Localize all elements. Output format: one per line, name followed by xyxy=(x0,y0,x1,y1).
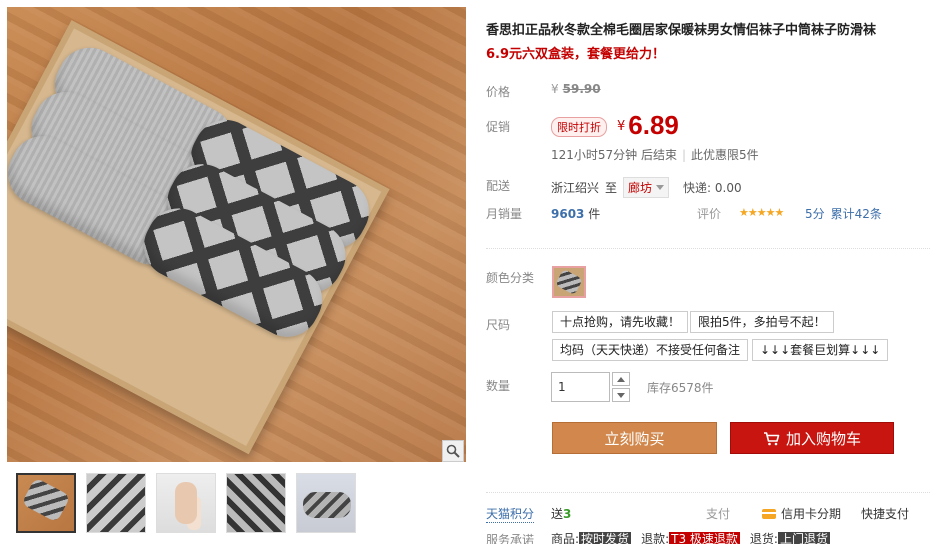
promo-label: 促销 xyxy=(486,120,511,134)
sales-unit: 件 xyxy=(588,207,601,221)
chevron-down-icon xyxy=(617,392,625,398)
thumbnail-2[interactable] xyxy=(86,473,146,533)
currency-symbol: ¥ xyxy=(617,119,626,134)
points-prefix: 送 xyxy=(551,507,564,521)
ship-to: 至 xyxy=(605,181,618,195)
color-swatch-selected[interactable] xyxy=(552,266,586,298)
points-number: 3 xyxy=(563,507,572,521)
rating-stars: ★★★★★ xyxy=(739,206,784,219)
thumbnail-5[interactable] xyxy=(296,473,356,533)
service-goods-prefix: 商品: xyxy=(551,532,580,544)
promo-countdown: 121小时57分钟 后结束 | 此优惠限5件 xyxy=(551,146,759,163)
quick-pay[interactable]: 快捷支付 xyxy=(861,505,909,522)
quantity-increase-button[interactable] xyxy=(612,372,630,386)
credit-installment[interactable]: 信用卡分期 xyxy=(762,505,841,522)
thumbnail-1[interactable] xyxy=(16,473,76,533)
quantity-label: 数量 xyxy=(486,379,511,393)
service-return-tag: 上门退货 xyxy=(777,532,830,544)
payment-label: 支付 xyxy=(706,507,731,521)
service-label: 服务承诺 xyxy=(486,533,535,544)
thumbnail-strip xyxy=(16,473,356,533)
size-option-3[interactable]: 均码（天天快递）不接受任何备注 xyxy=(552,339,749,361)
service-return-prefix: 退货: xyxy=(749,532,778,544)
sales-count: 9603 xyxy=(551,207,585,221)
product-subtitle: 6.9元六双盒装，套餐更给力！ xyxy=(486,47,666,62)
tmall-points-link[interactable]: 天猫积分 xyxy=(486,505,535,523)
product-main-image[interactable] xyxy=(7,7,466,462)
stock-count: 库存6578件 xyxy=(647,381,714,395)
review-summary[interactable]: 5分 累计42条 xyxy=(805,205,882,222)
section-divider xyxy=(486,492,930,493)
ship-origin: 浙江绍兴 xyxy=(551,181,600,195)
size-option-4[interactable]: ↓↓↓套餐巨划算↓↓↓ xyxy=(752,339,889,361)
service-refund[interactable]: 退款: T3 极速退款 xyxy=(641,530,740,544)
destination-selector[interactable]: 廊坊 xyxy=(623,177,670,198)
review-count: 累计42条 xyxy=(830,207,882,221)
promo-price-value: 6.89 xyxy=(628,110,679,140)
price-label: 价格 xyxy=(486,85,511,99)
promo-price: ¥6.89 xyxy=(617,110,679,141)
color-label: 颜色分类 xyxy=(486,271,535,285)
chevron-down-icon xyxy=(656,185,665,190)
service-refund-tag: T3 极速退款 xyxy=(669,532,740,544)
thumbnail-3[interactable] xyxy=(156,473,216,533)
original-price-value: 59.90 xyxy=(562,82,601,96)
chevron-up-icon xyxy=(617,376,625,382)
zoom-button[interactable] xyxy=(442,440,464,462)
shipping-fee: 快递: 0.00 xyxy=(683,181,742,195)
section-divider xyxy=(486,248,930,249)
buy-now-button[interactable]: 立刻购买 xyxy=(552,422,717,454)
monthly-sales: 9603 件 xyxy=(551,205,600,222)
points-value: 送3 xyxy=(551,505,571,522)
service-refund-prefix: 退款: xyxy=(641,532,670,544)
promo-limit: 此优惠限5件 xyxy=(691,148,759,162)
magnifier-icon xyxy=(446,444,460,458)
currency-symbol: ¥ xyxy=(551,82,559,96)
service-goods-tag: 按时发货 xyxy=(579,532,632,544)
destination-text: 廊坊 xyxy=(628,181,653,195)
quantity-input[interactable] xyxy=(551,372,610,402)
separator: | xyxy=(682,148,687,162)
credit-installment-label: 信用卡分期 xyxy=(781,507,842,521)
shipping-info: 浙江绍兴 至 廊坊 快递: 0.00 xyxy=(551,177,742,198)
review-label: 评价 xyxy=(697,207,722,221)
size-option-2[interactable]: 限拍5件，多拍号不起！ xyxy=(690,311,834,333)
service-promises: 商品: 按时发货 退款: T3 极速退款 退货: 上门退货 xyxy=(551,530,830,544)
add-to-cart-label: 加入购物车 xyxy=(785,429,861,448)
credit-card-icon xyxy=(762,508,776,519)
monthly-sales-label: 月销量 xyxy=(486,207,523,221)
promo-badge: 限时打折 xyxy=(551,117,607,137)
product-title: 香思扣正品秋冬款全棉毛圈居家保暖袜男女情侣袜子中筒袜子防滑袜 xyxy=(486,23,877,38)
cart-icon xyxy=(763,431,780,445)
review-score: 5分 xyxy=(805,207,825,221)
size-label: 尺码 xyxy=(486,318,511,332)
service-return[interactable]: 退货: 上门退货 xyxy=(750,530,830,544)
service-goods[interactable]: 商品: 按时发货 xyxy=(551,530,632,544)
original-price: ¥59.90 xyxy=(551,82,601,96)
shipping-label: 配送 xyxy=(486,179,511,193)
add-to-cart-button[interactable]: 加入购物车 xyxy=(730,422,894,454)
size-option-1[interactable]: 十点抢购，请先收藏！ xyxy=(552,311,689,333)
countdown-text: 121小时57分钟 后结束 xyxy=(551,148,677,162)
quantity-decrease-button[interactable] xyxy=(612,388,630,402)
thumbnail-4[interactable] xyxy=(226,473,286,533)
